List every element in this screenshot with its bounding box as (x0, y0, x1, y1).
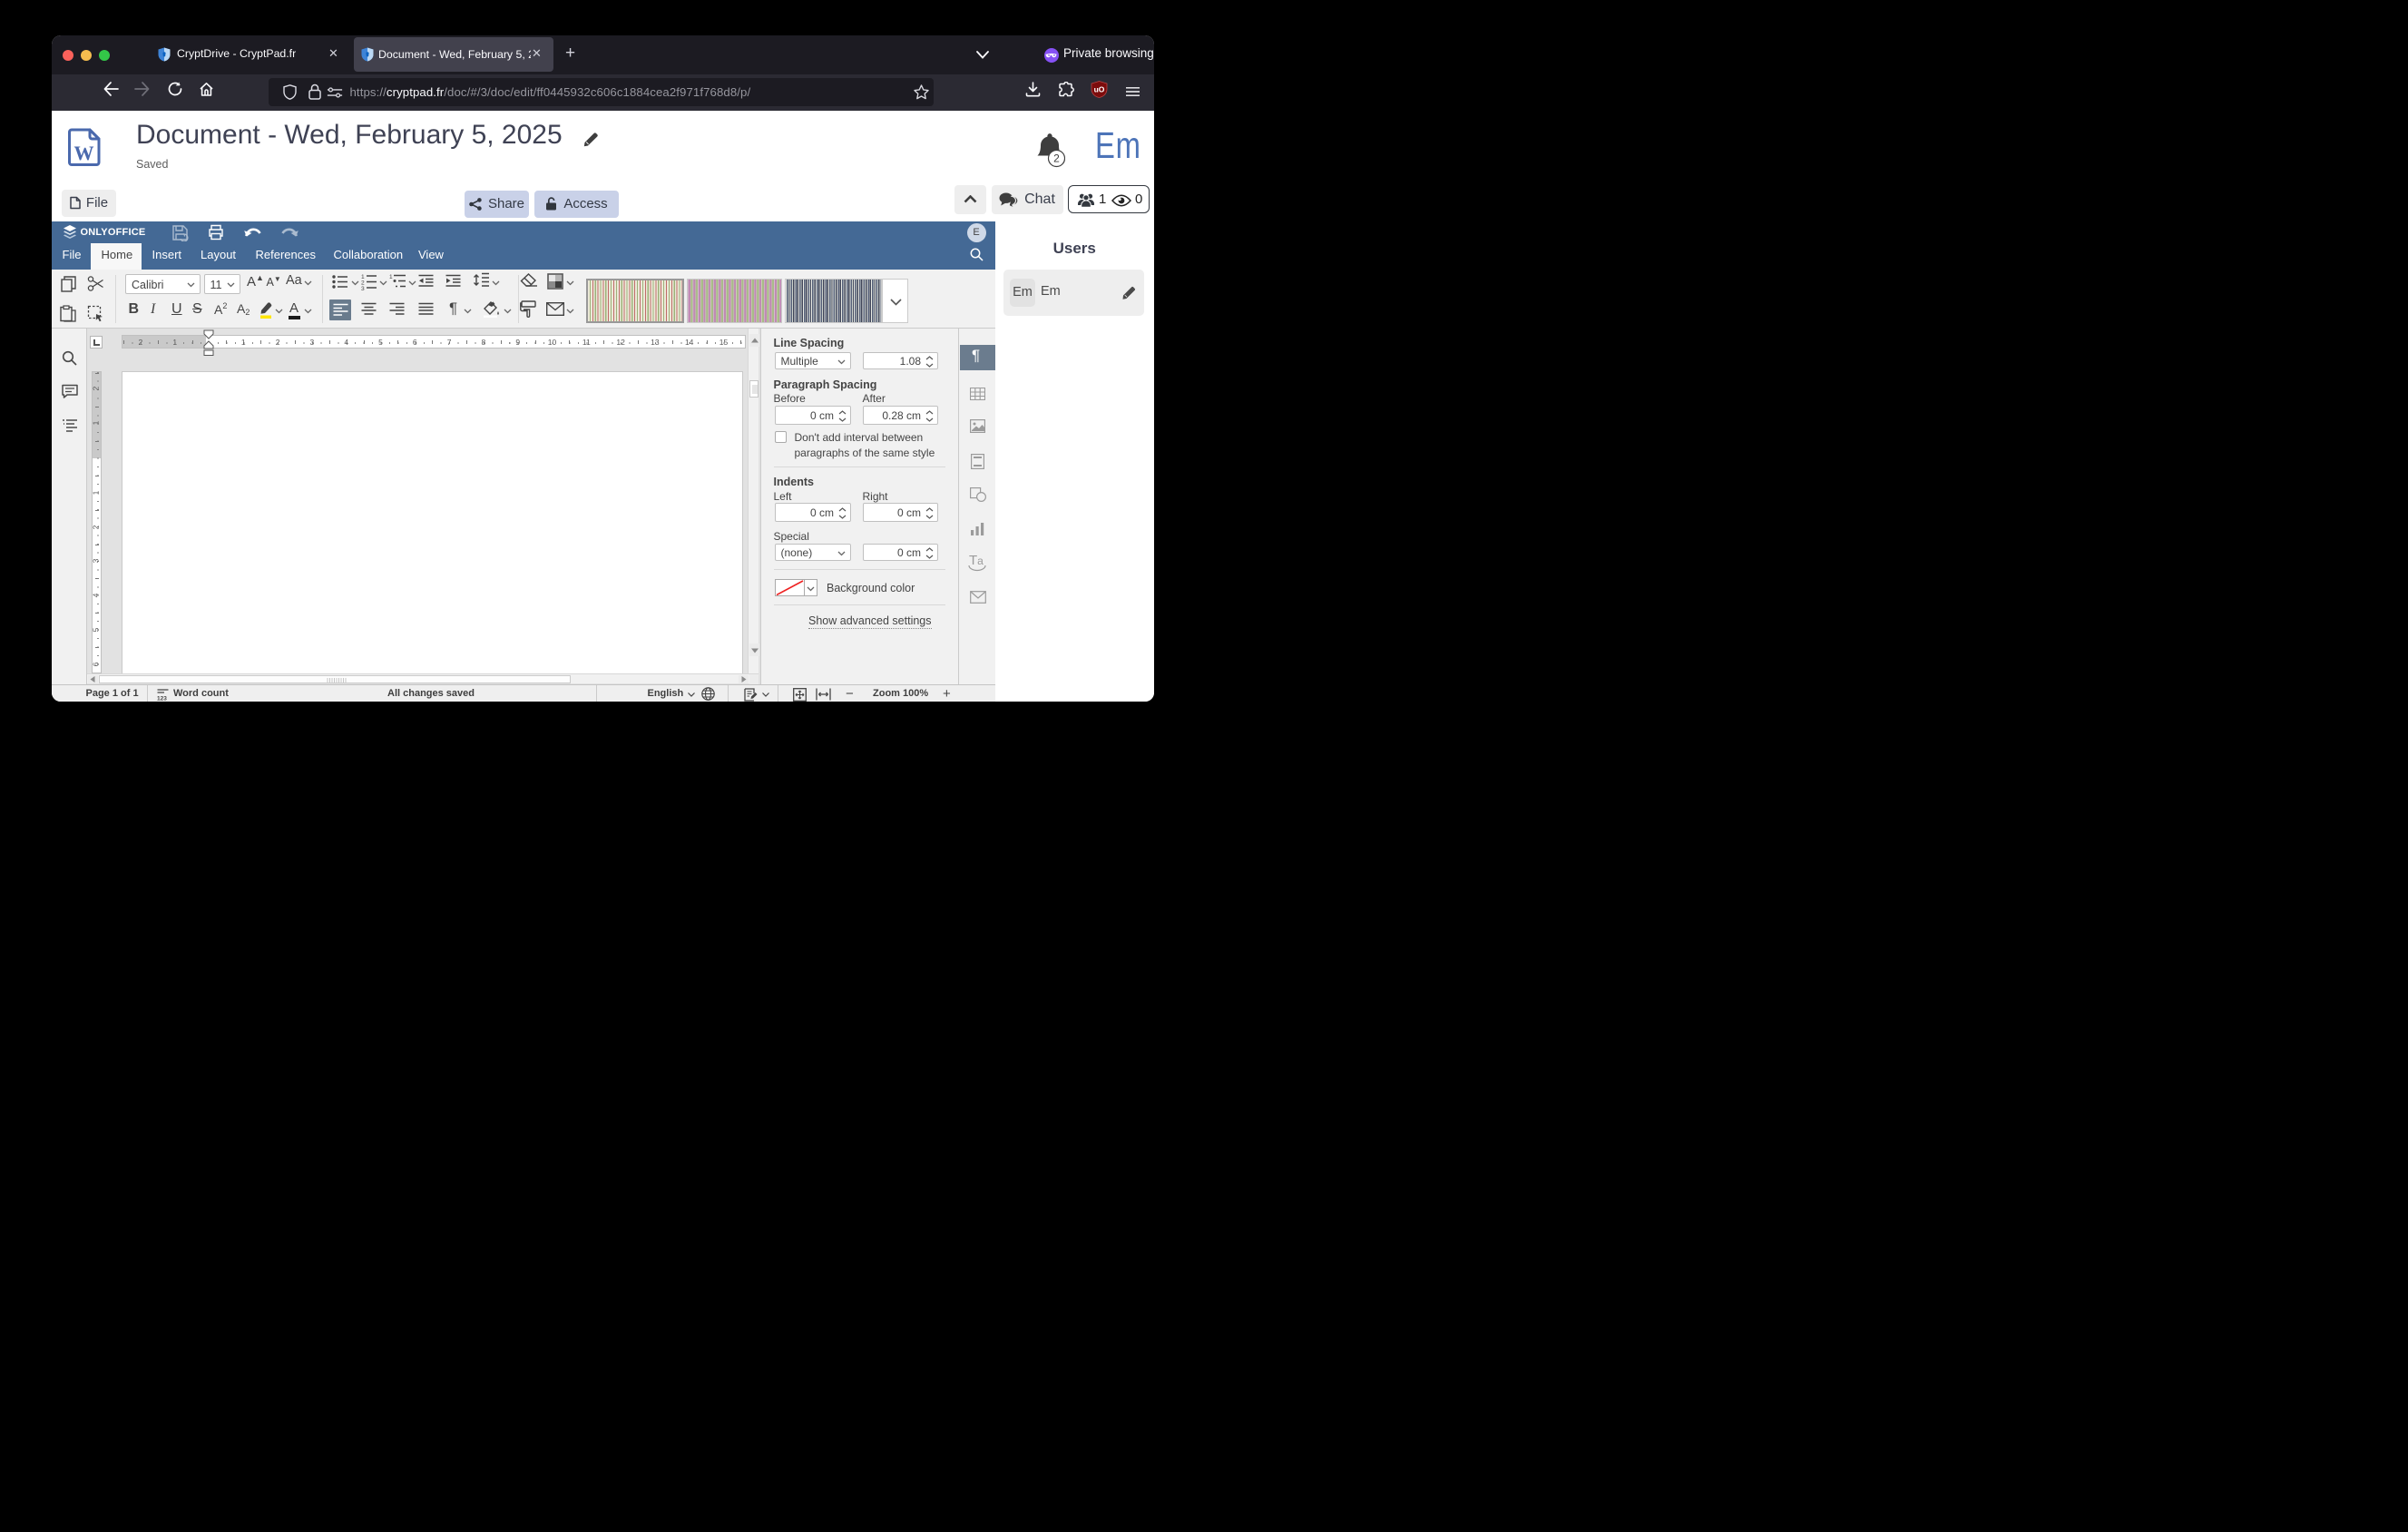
svg-text:W: W (74, 142, 94, 164)
svg-text:123: 123 (157, 695, 167, 701)
svg-text:3: 3 (361, 286, 365, 290)
svg-text:uO: uO (1093, 85, 1104, 94)
svg-text:2: 2 (1053, 152, 1060, 164)
svg-text:1: 1 (389, 274, 393, 280)
